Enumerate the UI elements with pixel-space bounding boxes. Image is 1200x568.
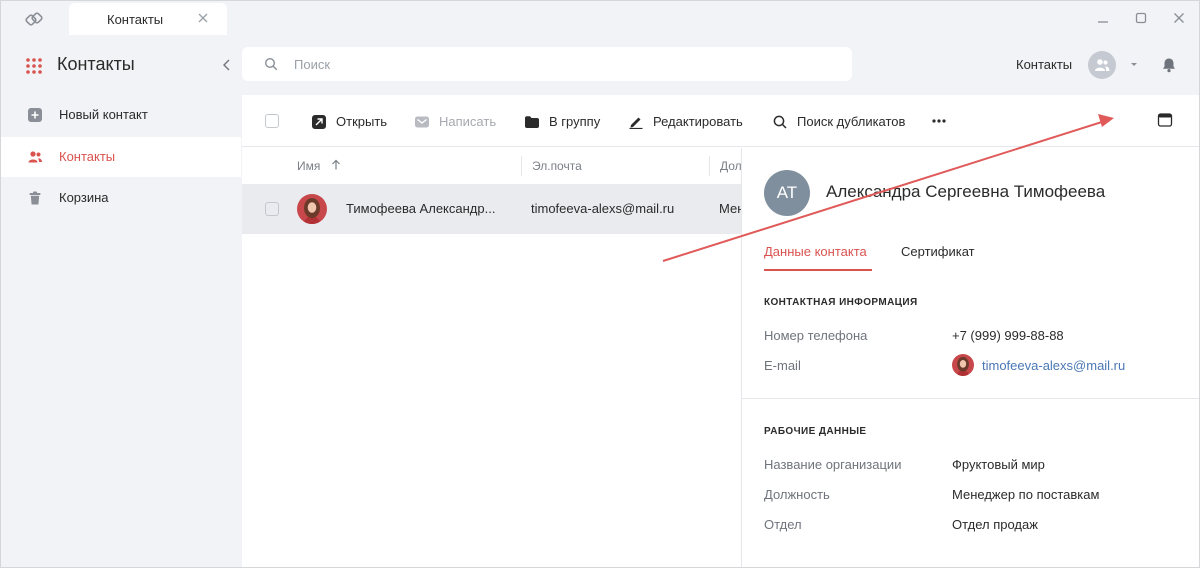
column-name[interactable]: Имя: [297, 159, 320, 173]
toolbar: Открыть Написать В группу Редактировать …: [242, 95, 1199, 147]
row-name: Тимофеева Александр...: [346, 201, 496, 216]
trash-icon: [29, 191, 41, 205]
arrow-up-icon[interactable]: [330, 159, 342, 171]
tab-label: Контакты: [107, 12, 164, 27]
row-email: timofeeva-alexs@mail.ru: [531, 201, 675, 216]
search-icon: [264, 57, 278, 71]
search-icon: [773, 115, 787, 129]
table-row[interactable]: Тимофеева Александр... timofeeva-alexs@m…: [242, 184, 742, 234]
search-input[interactable]: [294, 53, 814, 75]
to-group-label: В группу: [549, 114, 601, 129]
chevron-down-icon[interactable]: [1128, 58, 1140, 70]
contact-full-name: Александра Сергеевна Тимофеева: [826, 182, 1106, 201]
title-bar: Контакты: [1, 1, 1199, 35]
plus-square-icon: [28, 108, 42, 122]
app-logo-icon[interactable]: [23, 8, 45, 30]
department-value: Отдел продаж: [952, 517, 1038, 532]
email-label: E-mail: [764, 358, 801, 373]
window-close-icon[interactable]: [1170, 9, 1188, 27]
position-label: Должность: [764, 487, 830, 502]
active-tab-indicator: [764, 269, 872, 271]
contact-photo-icon: [297, 194, 327, 224]
select-all-checkbox[interactable]: [265, 114, 279, 128]
section-divider: [742, 398, 1199, 399]
app-window: Контакты Контакты Новый контакт Контакты…: [0, 0, 1200, 568]
folder-icon: [525, 116, 539, 128]
sidebar-item-contacts[interactable]: Контакты: [1, 137, 241, 177]
tab-contacts[interactable]: Контакты: [69, 3, 227, 35]
phone-label: Номер телефона: [764, 328, 868, 343]
tab-certificate[interactable]: Сертификат: [901, 244, 975, 259]
write-label: Написать: [439, 114, 497, 129]
column-position[interactable]: Дол: [720, 159, 742, 173]
column-divider[interactable]: [709, 156, 710, 176]
section-title-contact-info: КОНТАКТНАЯ ИНФОРМАЦИЯ: [764, 297, 918, 308]
pencil-icon: [629, 117, 643, 129]
open-label: Открыть: [336, 114, 388, 129]
avatar-initials: АТ: [764, 170, 810, 216]
column-divider[interactable]: [521, 156, 522, 176]
more-options-icon[interactable]: [929, 113, 949, 129]
sidebar-item-label: Корзина: [59, 190, 109, 205]
sidebar: Контакты Новый контакт Контакты Корзина: [1, 35, 241, 567]
row-checkbox[interactable]: [265, 202, 279, 216]
position-value: Менеджер по поставкам: [952, 487, 1100, 502]
user-group-icon: [1095, 59, 1110, 71]
apps-grid-icon[interactable]: [25, 57, 43, 75]
sidebar-item-new-contact[interactable]: Новый контакт: [1, 95, 241, 135]
main-panel: Открыть Написать В группу Редактировать …: [242, 95, 1199, 567]
phone-value: +7 (999) 999-88-88: [952, 328, 1064, 343]
mail-icon: [415, 116, 429, 128]
row-position: Мен: [719, 201, 741, 216]
sidebar-title: Контакты: [57, 54, 135, 74]
avatar: [952, 354, 974, 376]
table-header: Имя Эл.почта Дол: [242, 148, 742, 184]
chevron-left-icon[interactable]: [219, 57, 235, 73]
avatar[interactable]: [1088, 51, 1116, 79]
avatar: [297, 194, 327, 224]
minimize-icon[interactable]: [1094, 9, 1112, 27]
edit-label: Редактировать: [653, 114, 743, 129]
bell-icon[interactable]: [1160, 56, 1178, 74]
section-title-work-data: РАБОЧИЕ ДАННЫЕ: [764, 426, 867, 437]
sidebar-item-label: Контакты: [59, 149, 116, 164]
open-external-icon: [312, 115, 326, 129]
users-icon: [28, 151, 42, 163]
department-label: Отдел: [764, 517, 802, 532]
contact-detail-panel: АТ Александра Сергеевна Тимофеева Данные…: [741, 148, 1199, 567]
contact-photo-icon: [952, 354, 974, 376]
close-icon[interactable]: [195, 10, 211, 26]
tab-contact-data[interactable]: Данные контакта: [764, 244, 867, 259]
email-link[interactable]: timofeeva-alexs@mail.ru: [982, 358, 1125, 373]
organization-label: Название организации: [764, 457, 902, 472]
maximize-icon[interactable]: [1132, 9, 1150, 27]
column-email[interactable]: Эл.почта: [532, 159, 582, 173]
search-bar[interactable]: [242, 47, 852, 81]
sidebar-item-label: Новый контакт: [59, 107, 148, 122]
panel-layout-icon[interactable]: [1157, 112, 1173, 128]
header-context-label[interactable]: Контакты: [1016, 57, 1072, 72]
organization-value: Фруктовый мир: [952, 457, 1045, 472]
sidebar-item-trash[interactable]: Корзина: [1, 178, 241, 218]
find-duplicates-label: Поиск дубликатов: [797, 114, 906, 129]
